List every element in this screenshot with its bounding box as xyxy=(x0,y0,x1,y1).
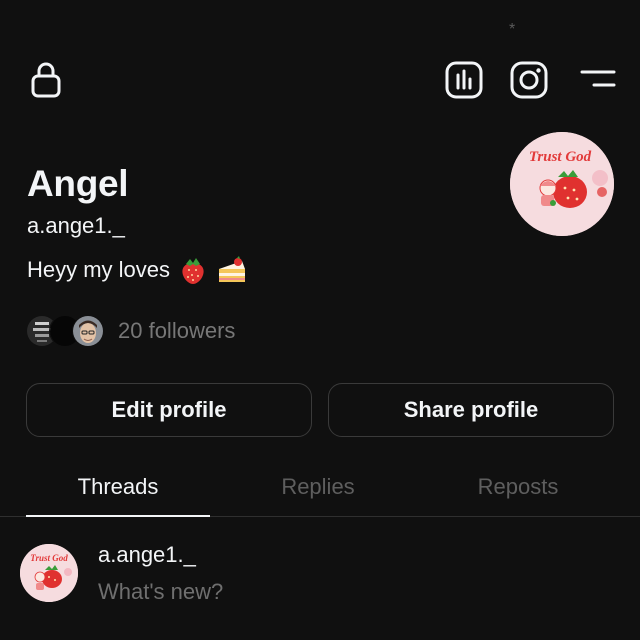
avatar-text: Trust God xyxy=(529,149,592,165)
strawberry-icon xyxy=(179,255,207,285)
shortcake-icon xyxy=(216,255,248,285)
follower-avatar xyxy=(72,315,104,347)
active-tab-indicator xyxy=(26,515,210,517)
follower-facepile xyxy=(26,315,104,347)
edit-profile-button[interactable]: Edit profile xyxy=(26,383,312,437)
insights-icon[interactable] xyxy=(444,60,484,100)
composer-avatar-text: Trust God xyxy=(30,553,68,563)
tab-reposts[interactable]: Reposts xyxy=(426,470,610,504)
status-indicator: * xyxy=(509,21,516,38)
tab-replies[interactable]: Replies xyxy=(226,470,410,504)
composer-avatar: Trust God xyxy=(20,544,78,602)
share-profile-button[interactable]: Share profile xyxy=(328,383,614,437)
profile-username: a.ange1._ xyxy=(27,213,125,238)
profile-bio: Heyy my loves xyxy=(27,254,248,286)
profile-display-name: Angel xyxy=(27,163,129,204)
profile-screen: * Angel a.ange1._ Heyy my loves Trust Go… xyxy=(0,0,640,640)
menu-icon[interactable] xyxy=(578,64,618,96)
bio-text: Heyy my loves xyxy=(27,257,171,282)
followers-count[interactable]: 20 followers xyxy=(118,318,235,344)
profile-avatar[interactable]: Trust God xyxy=(510,132,614,236)
instagram-icon[interactable] xyxy=(509,60,549,100)
followers-row[interactable]: 20 followers xyxy=(26,314,235,348)
tab-threads[interactable]: Threads xyxy=(26,470,210,504)
new-thread-input[interactable]: What's new? xyxy=(98,578,518,606)
composer-username: a.ange1._ xyxy=(98,542,196,567)
lock-icon[interactable] xyxy=(30,60,62,98)
